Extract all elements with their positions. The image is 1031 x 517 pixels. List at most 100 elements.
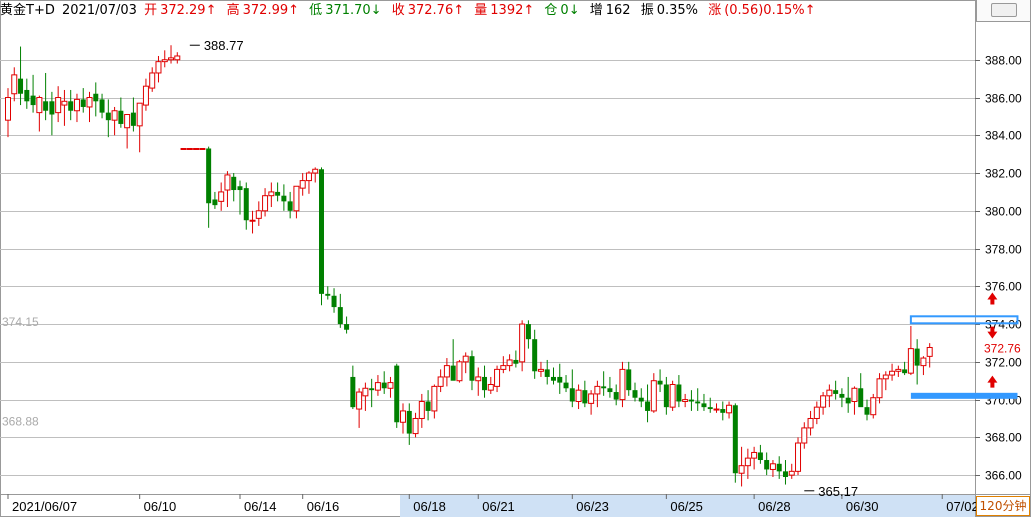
- candle-body: [519, 323, 526, 363]
- candle-body: [174, 55, 181, 61]
- close-label: 收 372.76↑: [391, 3, 465, 18]
- candle-body: [118, 110, 124, 124]
- candlestick-chart[interactable]: 366.00368.00370.00372.00374.00376.00378.…: [0, 0, 1031, 517]
- quote-info-bar: 黄金T+D 2021/07/03 开 372.29↑ 高 372.99↑ 低 371.…: [0, 0, 975, 22]
- candle-body: [882, 374, 889, 380]
- candle-body: [563, 382, 569, 389]
- candle-body: [788, 470, 795, 476]
- candle-body: [199, 147, 206, 150]
- candle-body: [168, 57, 175, 61]
- y-tick-label: 376.00: [985, 280, 1022, 294]
- candle-body: [713, 408, 720, 411]
- candle-body: [299, 180, 306, 189]
- candle-body: [61, 100, 68, 106]
- candle-body: [155, 61, 162, 74]
- candle-body: [569, 388, 575, 402]
- candle-body: [594, 385, 601, 395]
- symbol-label: 黄金T+D: [0, 3, 55, 18]
- candle-body: [437, 376, 444, 387]
- up-arrow-icon: [987, 375, 998, 388]
- candle-body: [130, 112, 136, 126]
- x-tick-label: 06/30: [846, 499, 879, 514]
- candle-body: [381, 382, 387, 389]
- candle-body: [305, 172, 312, 182]
- candle-body: [676, 384, 682, 402]
- candle-body: [142, 85, 149, 106]
- candle-body: [588, 393, 595, 404]
- x-tick-label: 06/16: [307, 499, 340, 514]
- volume-label: 量 1392↑: [474, 3, 535, 18]
- candle-body: [11, 74, 18, 95]
- candle-body: [537, 368, 544, 372]
- candle-body: [645, 401, 651, 411]
- y-tick-label: 372.00: [985, 356, 1022, 370]
- x-tick-label: 06/25: [670, 499, 703, 514]
- candle-body: [532, 339, 538, 372]
- candle-body: [5, 97, 11, 121]
- candle-body: [268, 191, 275, 197]
- candle-body: [738, 465, 745, 474]
- candle-body: [550, 376, 556, 381]
- candle-body: [769, 463, 776, 470]
- x-tick-label: 06/14: [244, 499, 277, 514]
- candle-body: [24, 89, 30, 102]
- x-tick-label: 06/23: [576, 499, 609, 514]
- candle-body: [161, 59, 168, 63]
- candle-body: [111, 110, 118, 121]
- candle-body: [344, 324, 350, 330]
- candle-body: [231, 176, 237, 191]
- candle-body: [55, 97, 62, 114]
- up-arrow-icon: [987, 292, 998, 305]
- candle-body: [776, 463, 782, 472]
- candle-body: [287, 201, 293, 211]
- window-toggle-button[interactable]: [976, 0, 1030, 22]
- candle-body: [456, 361, 463, 382]
- candle-body: [206, 148, 212, 204]
- candle-body: [387, 382, 394, 389]
- candle-body: [870, 397, 877, 416]
- candle-body: [212, 199, 218, 206]
- candle-body: [255, 210, 262, 219]
- candle-body: [312, 168, 319, 174]
- candle-body: [707, 407, 713, 410]
- candle-body: [582, 390, 588, 404]
- date-label: 2021/07/03: [62, 3, 137, 18]
- candle-body: [744, 457, 751, 467]
- candle-body: [186, 147, 193, 150]
- candle-body: [450, 365, 456, 381]
- candle-body: [632, 390, 638, 398]
- increase-label: 增 162: [589, 3, 631, 18]
- y-tick-label: 378.00: [985, 243, 1022, 257]
- candle-body: [400, 410, 407, 423]
- candle-body: [105, 112, 111, 121]
- candle-body: [462, 355, 469, 363]
- candle-body: [813, 406, 820, 419]
- candle-body: [281, 195, 287, 202]
- candle-body: [876, 378, 883, 399]
- y-tick-label: 388.00: [985, 54, 1022, 68]
- candle-body: [319, 169, 324, 294]
- candle-body: [851, 387, 858, 402]
- period-selector[interactable]: 120分钟: [976, 496, 1030, 516]
- candle-body: [249, 219, 256, 222]
- candle-body: [920, 357, 927, 367]
- candle-body: [782, 471, 788, 478]
- change-label: 涨 (0.56)0.15%↑: [708, 3, 816, 18]
- candle-body: [669, 383, 676, 408]
- candle-body: [80, 99, 86, 107]
- candle-body: [180, 147, 187, 150]
- y-tick-label: 368.00: [985, 431, 1022, 445]
- candle-body: [895, 368, 902, 372]
- candle-body: [826, 389, 833, 397]
- y-tick-label: 382.00: [985, 167, 1022, 181]
- candle-body: [431, 385, 438, 412]
- candle-body: [136, 102, 143, 127]
- x-tick-label: 06/18: [413, 499, 446, 514]
- candle-body: [650, 380, 657, 412]
- candle-body: [325, 293, 331, 296]
- candle-body: [237, 186, 243, 191]
- candle-body: [619, 368, 626, 401]
- candle-body: [68, 101, 74, 111]
- x-tick-label: 06/21: [482, 499, 515, 514]
- candle-body: [864, 407, 870, 415]
